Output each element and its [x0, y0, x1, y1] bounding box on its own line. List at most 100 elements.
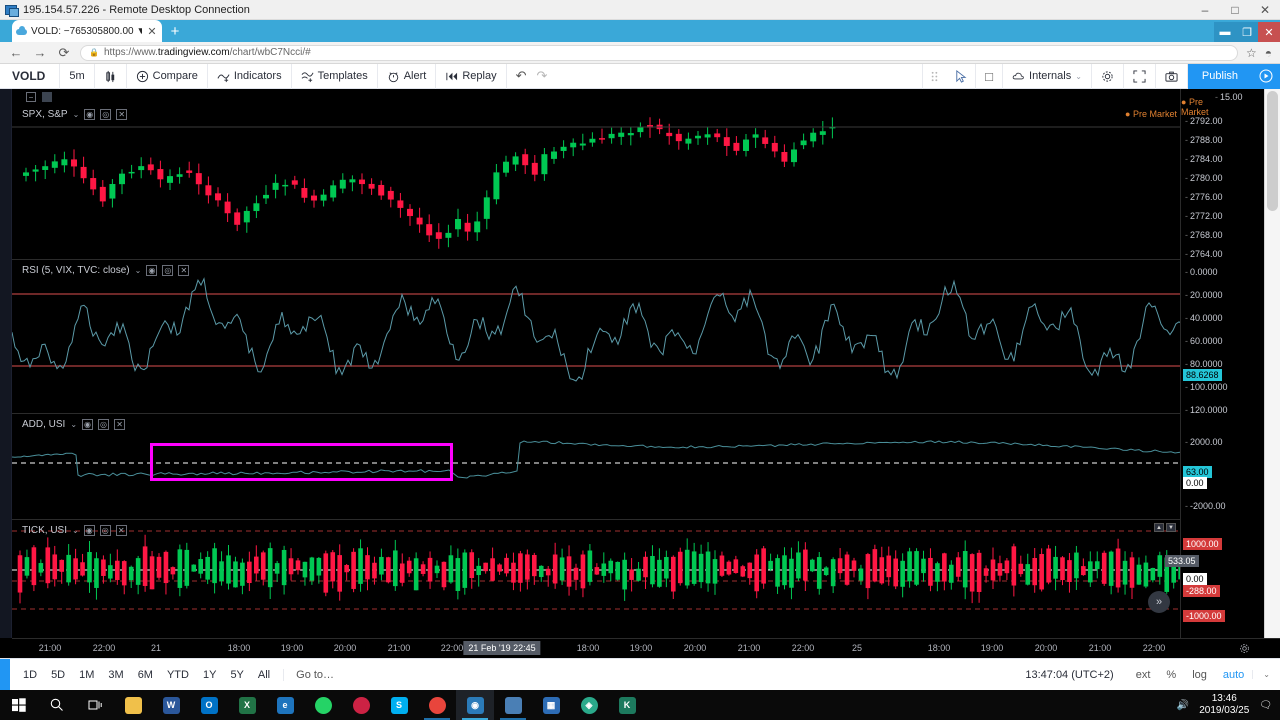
pane-remove-icon[interactable]: ✕ — [178, 265, 190, 276]
pane-settings-icon[interactable]: ◉ — [82, 419, 94, 430]
page-scrollbar[interactable] — [1264, 89, 1280, 638]
taskbar-excel-icon[interactable]: X — [228, 690, 266, 720]
undo-button[interactable]: ↶ — [516, 68, 527, 84]
chart-panes[interactable]: − SPX, S&P ⌄ ◉ ◎ ✕ ● Pre Market RSI (5, … — [12, 89, 1196, 638]
gear-icon[interactable] — [1239, 643, 1250, 657]
play-button[interactable] — [1252, 63, 1280, 89]
chevron-down-icon[interactable]: ⌄ — [1252, 670, 1280, 679]
maximize-pane-icon[interactable]: ▲ — [1154, 523, 1164, 532]
price-axis[interactable]: ● Pre Market 15.00 2792.00 2788.00 2784.… — [1165, 89, 1264, 638]
snapshot-button[interactable] — [1156, 63, 1188, 89]
interval-button[interactable]: 5m — [60, 63, 95, 89]
range-button-1y[interactable]: 1Y — [196, 669, 223, 681]
range-button-5d[interactable]: 5D — [44, 669, 72, 681]
bookmark-star-icon[interactable]: ☆ — [1246, 46, 1257, 60]
settings-button[interactable] — [1092, 63, 1124, 89]
pane-remove-icon[interactable]: ✕ — [116, 109, 128, 120]
rdp-minimize-button[interactable]: – — [1190, 0, 1220, 20]
pane-visibility-icon[interactable]: ◎ — [162, 265, 174, 276]
alert-button[interactable]: Alert — [378, 63, 437, 89]
indicators-button[interactable]: Indicators — [208, 63, 292, 89]
taskbar-media-player-icon[interactable]: ◉ — [456, 690, 494, 720]
range-button-all[interactable]: All — [251, 669, 277, 681]
collapse-icon[interactable]: − — [26, 92, 36, 102]
templates-button[interactable]: Templates — [292, 63, 378, 89]
back-button[interactable]: ← — [8, 45, 24, 60]
scrollbar-thumb[interactable] — [1267, 91, 1278, 211]
pane-visibility-icon[interactable]: ◎ — [99, 525, 111, 536]
publish-button[interactable]: Publish — [1187, 63, 1252, 89]
pane-remove-icon[interactable]: ✕ — [114, 419, 126, 430]
goto-button[interactable]: Go to… — [283, 668, 346, 681]
chevron-down-icon[interactable]: ⌄ — [70, 420, 77, 429]
taskbar-outlook-icon[interactable]: O — [190, 690, 228, 720]
taskbar-antivirus-icon[interactable]: ◈ — [570, 690, 608, 720]
taskbar-word-icon[interactable]: W — [152, 690, 190, 720]
cursor-icon[interactable] — [946, 63, 977, 89]
redo-button[interactable]: ↷ — [537, 68, 548, 84]
volume-icon[interactable]: 🔊 — [1177, 700, 1189, 711]
browser-restore-button[interactable]: ❐ — [1236, 22, 1258, 42]
pane-resize-icon[interactable] — [42, 92, 52, 102]
chevron-down-icon[interactable]: ⌄ — [73, 110, 80, 119]
auto-toggle[interactable]: auto — [1215, 669, 1252, 681]
reload-button[interactable]: ⟳ — [56, 45, 72, 61]
ext-toggle[interactable]: ext — [1128, 669, 1159, 681]
pane-rsi[interactable]: RSI (5, VIX, TVC: close) ⌄ ◉ ◎ ✕ — [12, 261, 1196, 414]
taskbar-whatsapp-icon[interactable] — [304, 690, 342, 720]
rdp-maximize-button[interactable]: □ — [1220, 0, 1250, 20]
new-tab-button[interactable]: + — [162, 20, 188, 42]
pane-settings-icon[interactable]: ◉ — [84, 109, 96, 120]
range-button-ytd[interactable]: YTD — [160, 669, 196, 681]
percent-toggle[interactable]: % — [1158, 669, 1184, 681]
range-button-1d[interactable]: 1D — [16, 669, 44, 681]
log-toggle[interactable]: log — [1184, 669, 1215, 681]
drag-handle-icon[interactable] — [922, 63, 946, 89]
url-bar[interactable]: 🔒 https://www.tradingview.com/chart/wbC7… — [80, 44, 1238, 61]
chart-style-button[interactable] — [95, 63, 127, 89]
layout-button[interactable]: □ — [976, 63, 1004, 89]
pane-tick-resize-controls[interactable]: ▲ ▼ — [1154, 523, 1176, 532]
chevron-down-icon[interactable]: ⌄ — [72, 526, 79, 535]
pane-spx-header[interactable]: SPX, S&P ⌄ ◉ ◎ ✕ — [22, 109, 128, 120]
chevron-down-icon[interactable]: ⌄ — [135, 266, 142, 275]
symbol-button[interactable]: VOLD — [0, 63, 61, 89]
range-button-3m[interactable]: 3M — [101, 669, 130, 681]
replay-button[interactable]: Replay — [436, 63, 507, 89]
rdp-close-button[interactable]: ✕ — [1250, 0, 1280, 20]
start-button[interactable] — [0, 690, 38, 720]
pane-spx[interactable]: SPX, S&P ⌄ ◉ ◎ ✕ ● Pre Market — [12, 105, 1196, 260]
compare-button[interactable]: Compare — [127, 63, 208, 89]
taskbar-kaspersky-icon[interactable]: K — [608, 690, 646, 720]
minimize-pane-icon[interactable]: ▼ — [1166, 523, 1176, 532]
taskbar-internet-explorer-icon[interactable]: e — [266, 690, 304, 720]
magenta-rectangle-drawing[interactable] — [150, 443, 453, 481]
taskbar-opera-icon[interactable] — [342, 690, 380, 720]
sidebar-toggle-handle[interactable] — [0, 658, 10, 691]
notification-icon[interactable]: 🗨 — [1259, 700, 1272, 711]
browser-tab[interactable]: VOLD: −765305800.00 ▼−359.69% ✕ — [12, 20, 162, 42]
forward-button[interactable]: → — [32, 45, 48, 60]
pane-add[interactable]: ADD, USI ⌄ ◉ ◎ ✕ — [12, 415, 1196, 520]
profile-icon[interactable]: ◓ — [1265, 46, 1272, 60]
range-button-1m[interactable]: 1M — [72, 669, 101, 681]
drawing-toolbar[interactable] — [0, 89, 12, 638]
pane-visibility-icon[interactable]: ◎ — [98, 419, 110, 430]
search-button[interactable] — [38, 690, 76, 720]
pane-tick-header[interactable]: TICK, USI ⌄ ◉ ◎ ✕ — [22, 525, 127, 536]
taskbar-calculator-icon[interactable]: ▦ — [532, 690, 570, 720]
taskbar-clock[interactable]: 13:46 2019/03/25 — [1199, 693, 1249, 717]
pane-remove-icon[interactable]: ✕ — [115, 525, 127, 536]
taskbar-skype-icon[interactable]: S — [380, 690, 418, 720]
pane-settings-icon[interactable]: ◉ — [146, 265, 158, 276]
browser-minimize-button[interactable]: ▬ — [1214, 22, 1236, 42]
taskbar-file-explorer-icon[interactable] — [114, 690, 152, 720]
pane-collapse-controls[interactable]: − — [26, 92, 52, 102]
fullscreen-button[interactable] — [1124, 63, 1156, 89]
task-view-button[interactable] — [76, 690, 114, 720]
pane-tick[interactable]: TICK, USI ⌄ ◉ ◎ ✕ ▲ ▼ » — [12, 521, 1196, 621]
pane-visibility-icon[interactable]: ◎ — [100, 109, 112, 120]
internals-button[interactable]: Internals ⌄ — [1003, 63, 1092, 89]
pane-rsi-header[interactable]: RSI (5, VIX, TVC: close) ⌄ ◉ ◎ ✕ — [22, 265, 190, 276]
scroll-to-realtime-button[interactable]: » — [1148, 591, 1170, 613]
